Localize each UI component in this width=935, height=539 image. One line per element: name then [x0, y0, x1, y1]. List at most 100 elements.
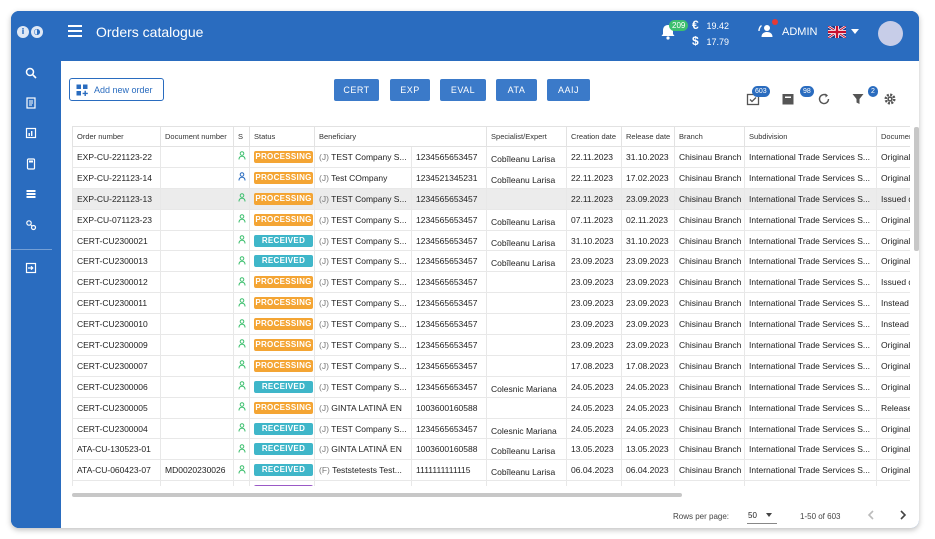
cell-status: RECEIVED [249, 459, 315, 482]
cell-order-number: ATA-CU-060423-05 [72, 480, 161, 486]
reports-icon[interactable] [21, 123, 41, 143]
settings-nodes-icon[interactable] [21, 215, 41, 235]
cell-subdivision: International Trade Services S... [744, 459, 878, 482]
table-row[interactable]: CERT-CU2300011 PROCESSING (J) TEST Company… [72, 292, 910, 315]
gear-icon[interactable] [883, 92, 899, 108]
table-row[interactable]: CERT-CU2300013 RECEIVED (J) TEST Company S… [72, 250, 910, 273]
cell-document-number [160, 271, 234, 294]
table-row[interactable]: CERT-CU2300005 PROCESSING (J) GINTA LATINĂ… [72, 396, 910, 419]
cell-document: Original [876, 375, 910, 398]
filter-icon[interactable] [851, 92, 867, 108]
cell-status: PROCESSING [249, 146, 315, 168]
beneficiary-type: (J) [319, 381, 329, 392]
filter-aaij-button[interactable]: AAIJ [547, 79, 590, 101]
table-row[interactable]: CERT-CU2300012 PROCESSING (J) TEST Company… [72, 271, 910, 294]
table-row[interactable]: EXP-CU-221123-13 PROCESSING (J) TEST Compa… [72, 187, 910, 210]
filter-cert-button[interactable]: CERT [334, 79, 379, 101]
table-row[interactable]: ATA-CU-060423-07 MD0020230026 RECEIVED (F) … [72, 459, 910, 482]
notifications-badge: 209 [669, 20, 689, 31]
table-row[interactable]: CERT-CU2300004 RECEIVED (J) TEST Company S… [72, 417, 910, 440]
col-document-number[interactable]: Document number [160, 126, 234, 147]
col-release-date[interactable]: Release date [621, 126, 676, 147]
col-document[interactable]: Documen [876, 126, 910, 147]
beneficiary-name: GINTA LATINĂ EN [331, 402, 402, 413]
user-name[interactable]: ADMIN [782, 26, 817, 38]
avatar[interactable] [878, 21, 903, 46]
refresh-icon[interactable] [817, 92, 833, 108]
uk-flag-icon[interactable] [828, 26, 846, 38]
cell-branch: Chisinau Branch [674, 375, 746, 398]
documents-icon[interactable] [21, 93, 41, 113]
filter-eval-button[interactable]: EVAL [440, 79, 486, 101]
cell-specialist: Cobîleanu Larisa [486, 229, 568, 252]
col-specialist[interactable]: Specialist/Expert [486, 126, 568, 147]
cell-subdivision: International Trade Services S... [744, 396, 878, 419]
cell-order-number: EXP-CU-221123-22 [72, 146, 161, 168]
logout-icon[interactable] [21, 258, 41, 278]
app-window: i ◑ Orders catalogue 209 € 19.42 $ 17.79… [11, 11, 919, 528]
col-subdivision[interactable]: Subdivision [744, 126, 878, 147]
cell-s [233, 313, 250, 336]
table-row[interactable]: CERT-CU2300009 PROCESSING (J) TEST Company… [72, 334, 910, 356]
previous-page-icon[interactable] [864, 508, 878, 522]
table-row[interactable]: EXP-CU-071123-23 PROCESSING (J) TEST Compa… [72, 208, 910, 231]
table-row[interactable]: CERT-CU2300006 RECEIVED (J) TEST Company S… [72, 375, 910, 398]
menu-icon[interactable] [68, 25, 82, 37]
user-switch-icon[interactable] [757, 22, 775, 40]
vertical-scrollbar[interactable] [914, 127, 919, 251]
filter-ata-button[interactable]: ATA [496, 79, 537, 101]
filter-exp-button[interactable]: EXP [390, 79, 430, 101]
beneficiary-type: (J) [319, 360, 329, 371]
table-row[interactable]: EXP-CU-221123-22 PROCESSING (J) TEST Compa… [72, 146, 910, 168]
col-branch[interactable]: Branch [674, 126, 746, 147]
cell-idno: 1234565653457 [410, 313, 488, 336]
cell-order-number: EXP-CU-221123-13 [72, 187, 161, 210]
cell-specialist: Cobîleanu Larisa [486, 208, 568, 231]
table-row[interactable]: CERT-CU2300007 PROCESSING (J) TEST Company… [72, 354, 910, 377]
table-row[interactable]: ATA-CU-060423-05 PAID(J) Instituția Publi… [72, 480, 910, 486]
calculator-icon[interactable] [21, 154, 41, 174]
archive-icon[interactable] [781, 92, 797, 108]
cell-specialist [486, 187, 568, 210]
cell-status: RECEIVED [249, 438, 315, 461]
search-icon[interactable] [21, 63, 41, 83]
col-beneficiary[interactable]: Beneficiary [313, 126, 488, 147]
euro-icon: € [692, 18, 699, 32]
rows-per-page-label: Rows per page: [673, 512, 730, 521]
cell-subdivision: International Trade Services S... [744, 146, 878, 168]
cell-document-number [160, 375, 234, 398]
table-row[interactable]: EXP-CU-221123-14 PROCESSING (J) Test COmpa… [72, 166, 910, 189]
cell-subdivision: International Trade Services S... [744, 250, 878, 273]
cell-document: Original [876, 166, 910, 189]
cell-idno: 1234521345231 [410, 166, 488, 189]
cell-creation-date: 22.11.2023 [566, 187, 623, 210]
cell-beneficiary: (J) TEST Company S... [314, 417, 412, 440]
add-new-order-button[interactable]: Add new order [69, 78, 164, 101]
language-dropdown-caret[interactable] [851, 29, 859, 34]
col-creation-date[interactable]: Creation date [566, 126, 623, 147]
person-icon [238, 360, 246, 369]
col-status[interactable]: Status [249, 126, 315, 147]
rows-per-page-select[interactable]: 50 [747, 507, 777, 524]
cell-status: PROCESSING [249, 396, 315, 419]
table-row[interactable]: ATA-CU-130523-01 RECEIVED (J) GINTA LATINĂ… [72, 438, 910, 461]
table-row[interactable]: CERT-CU2300010 PROCESSING (J) TEST Company… [72, 313, 910, 336]
status-badge: PROCESSING [254, 171, 313, 184]
list-icon[interactable] [21, 184, 41, 204]
cell-status: PROCESSING [249, 292, 315, 315]
next-page-icon[interactable] [896, 508, 910, 522]
col-order-number[interactable]: Order number [72, 126, 161, 147]
beneficiary-type: (J) [319, 235, 329, 246]
cell-document: Instead [876, 292, 910, 315]
beneficiary-type: (J) [319, 256, 329, 267]
status-badge: PROCESSING [254, 297, 313, 310]
cell-release-date: 23.09.2023 [621, 271, 676, 294]
cell-s [233, 187, 250, 210]
cell-beneficiary: (J) Test COmpany [314, 166, 412, 189]
archive-badge: 98 [800, 86, 814, 97]
cell-document: Issued d [876, 271, 910, 294]
col-s[interactable]: S [233, 126, 250, 147]
horizontal-scrollbar[interactable] [72, 493, 682, 497]
cell-idno: 1003600160588 [410, 396, 488, 419]
table-row[interactable]: CERT-CU2300021 RECEIVED (J) TEST Company S… [72, 229, 910, 252]
